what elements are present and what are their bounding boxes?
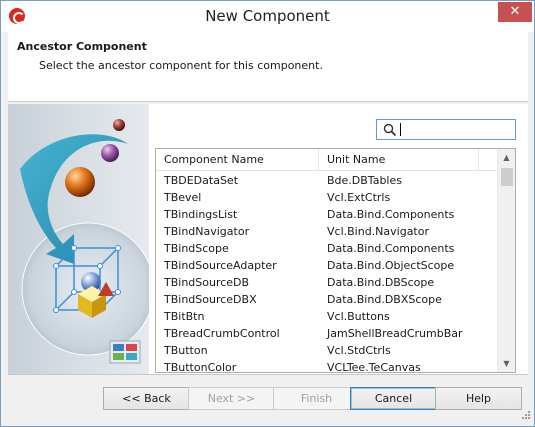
table-row[interactable]: TBindScope Data.Bind.Components (156, 240, 497, 257)
cancel-button[interactable]: Cancel (350, 387, 437, 410)
window-title: New Component (205, 7, 330, 25)
wizard-content: Component Name Unit Name TBDEDataSet Bde.… (8, 104, 528, 375)
table-row[interactable]: TBindSourceDB Data.Bind.DBScope (156, 274, 497, 291)
table-row[interactable]: TButtonColor VCLTee.TeCanvas (156, 359, 497, 373)
component-name-cell: TBindingsList (164, 208, 238, 221)
text-caret (400, 123, 401, 136)
header-title: Ancestor Component (17, 40, 147, 53)
new-component-dialog: New Component ✕ Ancestor Component Selec… (0, 0, 535, 427)
unit-name-cell: Vcl.ExtCtrls (327, 191, 391, 204)
unit-name-cell: Data.Bind.DBXScope (327, 293, 442, 306)
vertical-scrollbar[interactable]: ▲ ▼ (497, 149, 515, 372)
help-button[interactable]: Help (435, 387, 522, 410)
component-name-cell: TBindSourceDB (164, 276, 250, 289)
table-row[interactable]: TBreadCrumbControl JamShellBreadCrumbBar (156, 325, 497, 342)
unit-name-cell: Vcl.Buttons (327, 310, 390, 323)
wizard-header: Ancestor Component Select the ancestor c… (8, 32, 528, 102)
search-box[interactable] (376, 119, 516, 140)
column-header-component-name[interactable]: Component Name (156, 149, 319, 171)
unit-name-cell: Data.Bind.ObjectScope (327, 259, 455, 272)
component-name-cell: TBindScope (164, 242, 229, 255)
component-name-cell: TBindNavigator (164, 225, 250, 238)
scroll-down-button[interactable]: ▼ (498, 355, 515, 372)
resize-grip-icon[interactable] (519, 410, 531, 422)
component-name-cell: TBevel (164, 191, 202, 204)
wizard-illustration (8, 104, 149, 374)
table-row[interactable]: TBindSourceAdapter Data.Bind.ObjectScope (156, 257, 497, 274)
search-icon (383, 123, 397, 137)
component-name-cell: TBitBtn (164, 310, 205, 323)
unit-name-cell: Data.Bind.Components (327, 208, 455, 221)
unit-name-cell: Bde.DBTables (327, 174, 402, 187)
next-button[interactable]: Next >> (188, 387, 275, 410)
finish-button[interactable]: Finish (273, 387, 360, 410)
table-row[interactable]: TBindSourceDBX Data.Bind.DBXScope (156, 291, 497, 308)
component-list[interactable]: Component Name Unit Name TBDEDataSet Bde.… (155, 148, 516, 373)
title-bar: New Component ✕ (1, 1, 534, 32)
component-name-cell: TBindSourceDBX (164, 293, 257, 306)
unit-name-cell: Data.Bind.DBScope (327, 276, 435, 289)
component-name-cell: TBDEDataSet (164, 174, 239, 187)
list-header: Component Name Unit Name (156, 149, 497, 171)
scroll-thumb[interactable] (501, 168, 513, 186)
chevron-up-icon: ▲ (503, 153, 510, 162)
column-header-unit-name[interactable]: Unit Name (319, 149, 479, 171)
table-row[interactable]: TBDEDataSet Bde.DBTables (156, 172, 497, 189)
close-icon: ✕ (509, 4, 521, 19)
search-input[interactable] (401, 122, 511, 137)
chevron-down-icon: ▼ (503, 359, 510, 368)
back-button[interactable]: << Back (103, 387, 190, 410)
unit-name-cell: VCLTee.TeCanvas (327, 361, 421, 373)
close-button[interactable]: ✕ (498, 2, 532, 22)
table-row[interactable]: TBitBtn Vcl.Buttons (156, 308, 497, 325)
table-row[interactable]: TButton Vcl.StdCtrls (156, 342, 497, 359)
component-name-cell: TBreadCrumbControl (164, 327, 280, 340)
unit-name-cell: JamShellBreadCrumbBar (327, 327, 463, 340)
table-row[interactable]: TBevel Vcl.ExtCtrls (156, 189, 497, 206)
component-name-cell: TButton (164, 344, 208, 357)
header-subtitle: Select the ancestor component for this c… (39, 59, 323, 72)
component-name-cell: TButtonColor (164, 361, 237, 373)
unit-name-cell: Vcl.Bind.Navigator (327, 225, 430, 238)
table-row[interactable]: TBindNavigator Vcl.Bind.Navigator (156, 223, 497, 240)
unit-name-cell: Data.Bind.Components (327, 242, 455, 255)
unit-name-cell: Vcl.StdCtrls (327, 344, 391, 357)
app-icon[interactable] (9, 8, 25, 24)
table-row[interactable]: TBindingsList Data.Bind.Components (156, 206, 497, 223)
list-rows: TBDEDataSet Bde.DBTables TBevel Vcl.ExtCtr… (156, 172, 497, 373)
scroll-up-button[interactable]: ▲ (498, 149, 515, 166)
component-name-cell: TBindSourceAdapter (164, 259, 277, 272)
